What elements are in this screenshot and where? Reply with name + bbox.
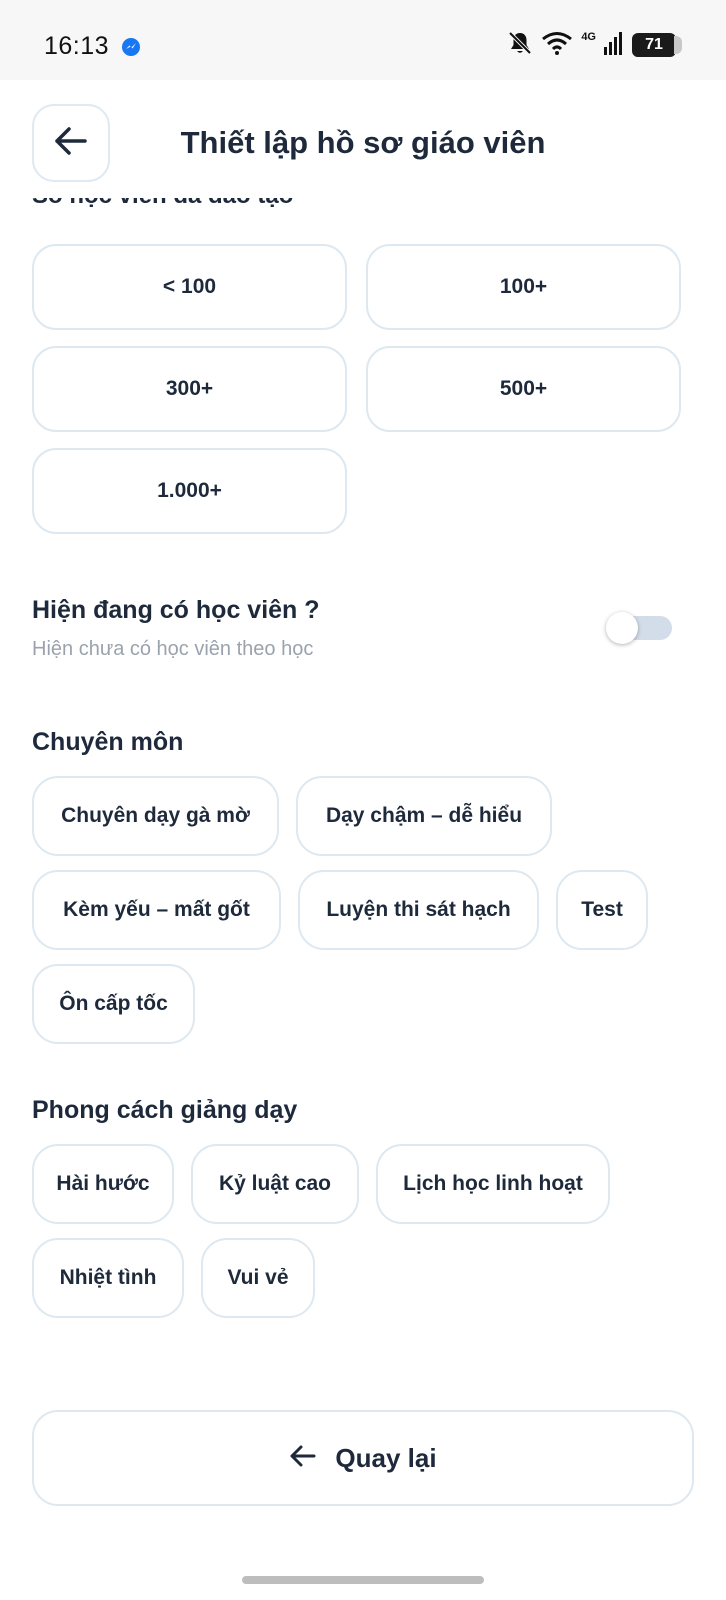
battery-icon: 71: [632, 33, 682, 57]
students-option[interactable]: 300+: [32, 346, 347, 432]
students-option[interactable]: < 100: [32, 244, 347, 330]
specialty-chip[interactable]: Dạy chậm – dễ hiểu: [296, 776, 552, 856]
app-header: Thiết lập hồ sơ giáo viên: [0, 80, 726, 198]
students-option[interactable]: 1.000+: [32, 448, 347, 534]
teaching-style-chip[interactable]: Hài hước: [32, 1144, 174, 1224]
status-time: 16:13: [44, 32, 110, 60]
go-back-button[interactable]: Quay lại: [32, 1410, 694, 1506]
signal-icon: [604, 31, 624, 60]
go-back-label: Quay lại: [335, 1442, 437, 1473]
students-trained-heading: Số học viên đã đào tạo: [32, 198, 293, 210]
arrow-left-icon: [289, 1444, 317, 1473]
page-title: Thiết lập hồ sơ giáo viên: [180, 125, 546, 160]
current-students-subtitle: Hiện chưa có học viên theo học: [32, 638, 314, 660]
teaching-style-title: Phong cách giảng dạy: [32, 1096, 298, 1124]
current-students-title: Hiện đang có học viên ?: [32, 596, 320, 624]
network-type: 4G: [581, 31, 596, 43]
specialty-chip[interactable]: Luyện thi sát hạch: [298, 870, 539, 950]
teaching-style-chip[interactable]: Vui vẻ: [201, 1238, 315, 1318]
teaching-style-chip[interactable]: Nhiệt tình: [32, 1238, 184, 1318]
bell-off-icon: [507, 30, 533, 61]
teaching-style-chip[interactable]: Lịch học linh hoạt: [376, 1144, 610, 1224]
teaching-style-chip[interactable]: Kỷ luật cao: [191, 1144, 359, 1224]
specialty-title: Chuyên môn: [32, 728, 184, 756]
students-option[interactable]: 100+: [366, 244, 681, 330]
status-icons: 4G 71: [507, 30, 682, 61]
students-option[interactable]: 500+: [366, 346, 681, 432]
back-button[interactable]: [32, 104, 110, 182]
status-bar: 16:13 4G 71: [0, 0, 726, 80]
arrow-left-icon: [54, 126, 88, 161]
specialty-chip[interactable]: Kèm yếu – mất gốt: [32, 870, 281, 950]
battery-level: 71: [645, 36, 663, 53]
specialty-chip[interactable]: Ôn cấp tốc: [32, 964, 195, 1044]
specialty-chip[interactable]: Test: [556, 870, 648, 950]
toggle-knob: [606, 612, 638, 644]
wifi-icon: [541, 31, 573, 60]
home-indicator[interactable]: [242, 1576, 484, 1584]
messenger-icon: [122, 38, 140, 56]
current-students-toggle[interactable]: [606, 612, 672, 644]
profile-form[interactable]: Số học viên đã đào tạo < 100 100+ 300+ 5…: [0, 198, 726, 1518]
specialty-chip[interactable]: Chuyên dạy gà mờ: [32, 776, 279, 856]
